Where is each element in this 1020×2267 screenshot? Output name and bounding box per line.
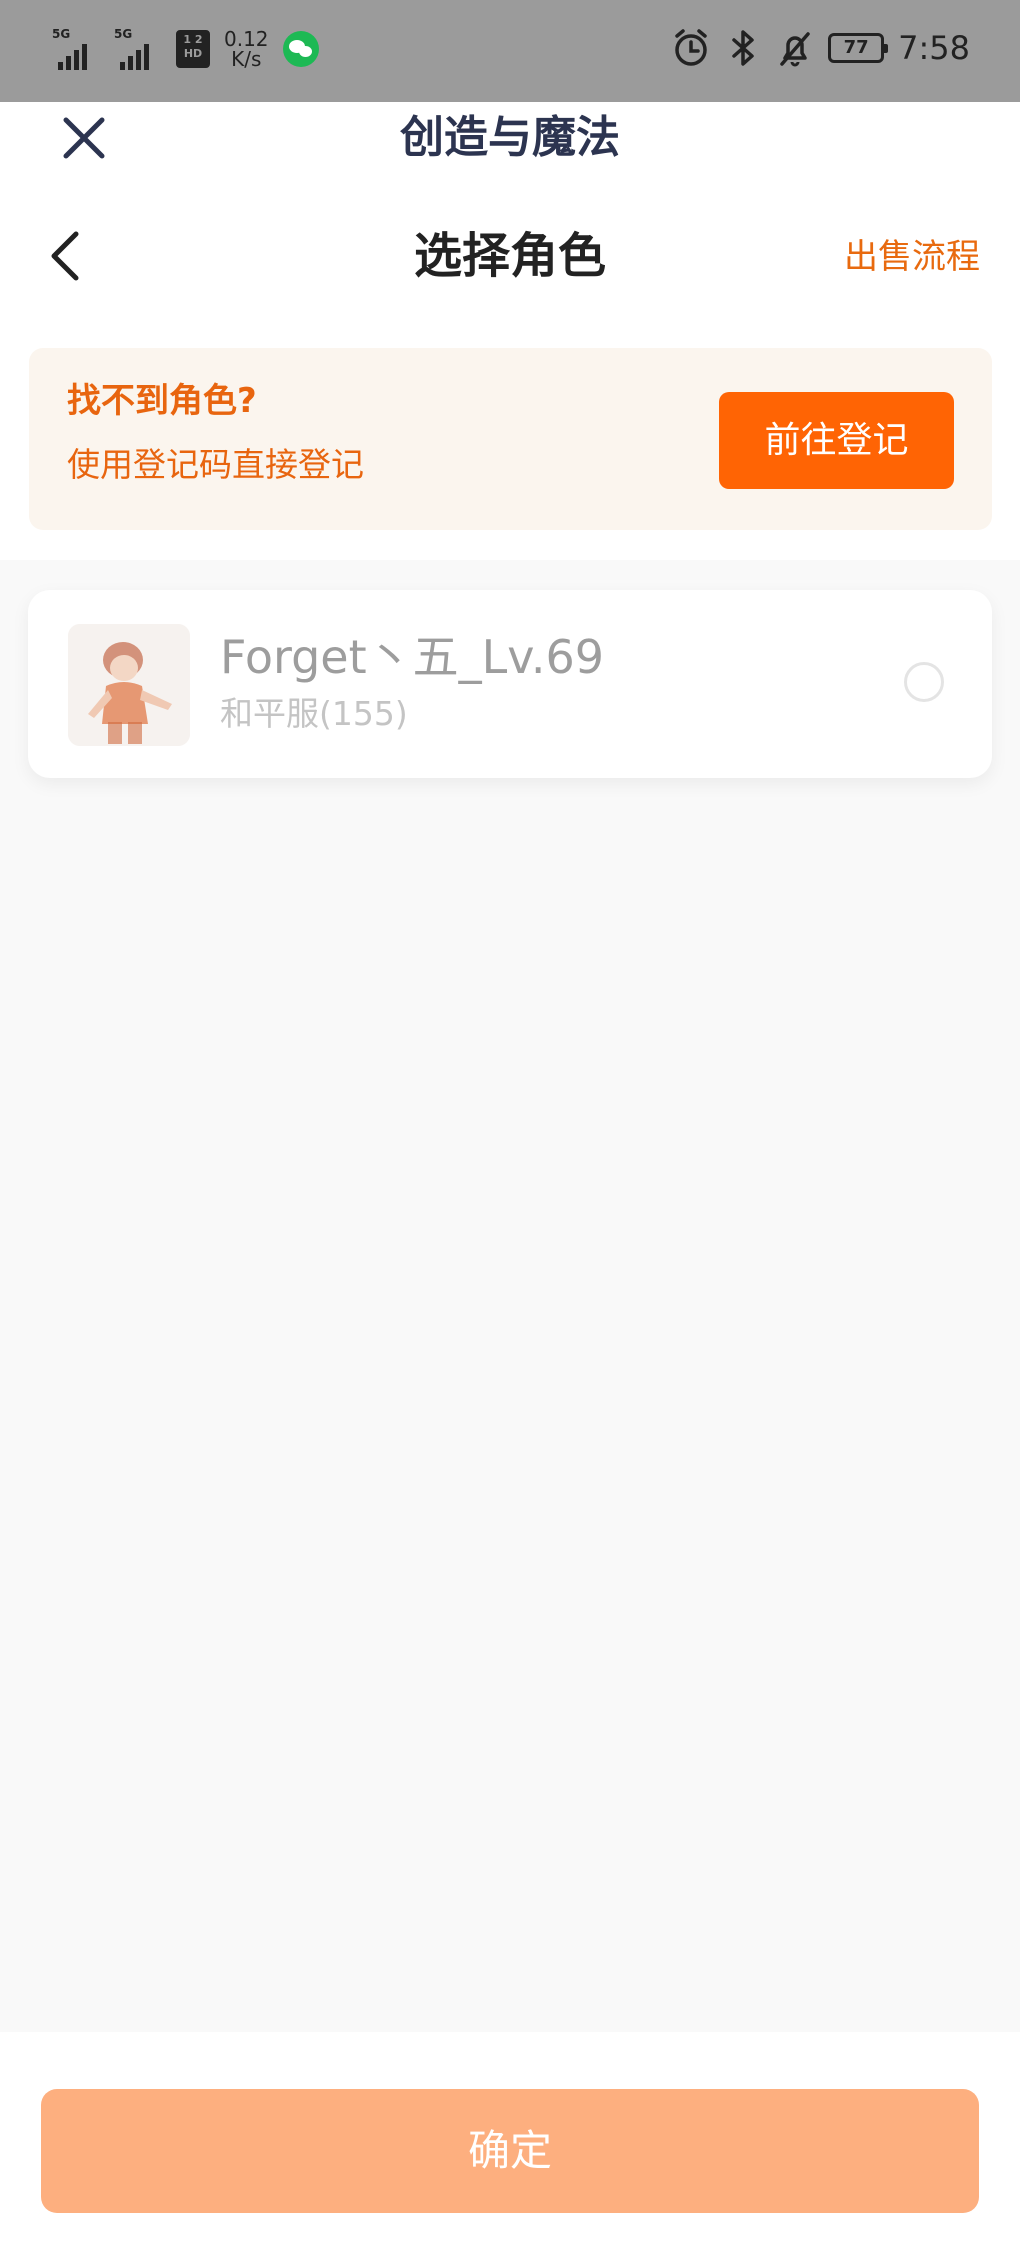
status-bar: 5G 5G 1 2 HD 0.12 K/s 77 7:58 — [0, 0, 1020, 102]
character-server: 和平服(155) — [220, 694, 408, 733]
character-avatar — [68, 624, 190, 746]
register-notice: 找不到角色? 使用登记码直接登记 前往登记 — [29, 348, 992, 530]
character-select-radio[interactable] — [904, 662, 944, 702]
net-speed: 0.12 K/s — [224, 29, 269, 69]
sale-process-link[interactable]: 出售流程 — [844, 234, 980, 280]
alarm-icon — [675, 29, 707, 66]
notice-description: 使用登记码直接登记 — [67, 445, 364, 484]
hd-icon: 1 2 HD — [176, 30, 210, 68]
bluetooth-icon — [732, 30, 754, 66]
signal-label: 5G — [114, 27, 133, 41]
footer: 确定 — [0, 2032, 1020, 2267]
app-title: 创造与魔法 — [400, 112, 620, 163]
status-bar-right: 77 7:58 — [672, 26, 970, 70]
confirm-button[interactable]: 确定 — [41, 2089, 979, 2213]
signal-label: 5G — [52, 27, 71, 41]
net-speed-value: 0.12 — [224, 27, 269, 51]
battery-icon: 77 — [828, 33, 889, 63]
battery-level: 77 — [843, 37, 869, 58]
character-list-item[interactable]: Forget丶五_Lv.69 和平服(155) — [28, 590, 992, 778]
notice-title: 找不到角色? — [67, 381, 257, 421]
status-time: 7:58 — [898, 29, 970, 67]
status-bar-left: 5G 5G 1 2 HD 0.12 K/s — [52, 28, 319, 70]
hd-badge-bottom: HD — [183, 47, 203, 60]
mute-bell-icon — [780, 32, 810, 67]
hd-badge-top: 1 2 — [183, 33, 203, 46]
signal-icon: 5G — [52, 28, 100, 70]
net-speed-unit: K/s — [231, 47, 262, 71]
go-register-button[interactable]: 前往登记 — [719, 392, 954, 489]
signal-icon: 5G — [114, 28, 162, 70]
character-avatar-image — [68, 624, 190, 746]
wechat-icon — [282, 31, 319, 67]
character-name: Forget丶五_Lv.69 — [220, 630, 605, 684]
